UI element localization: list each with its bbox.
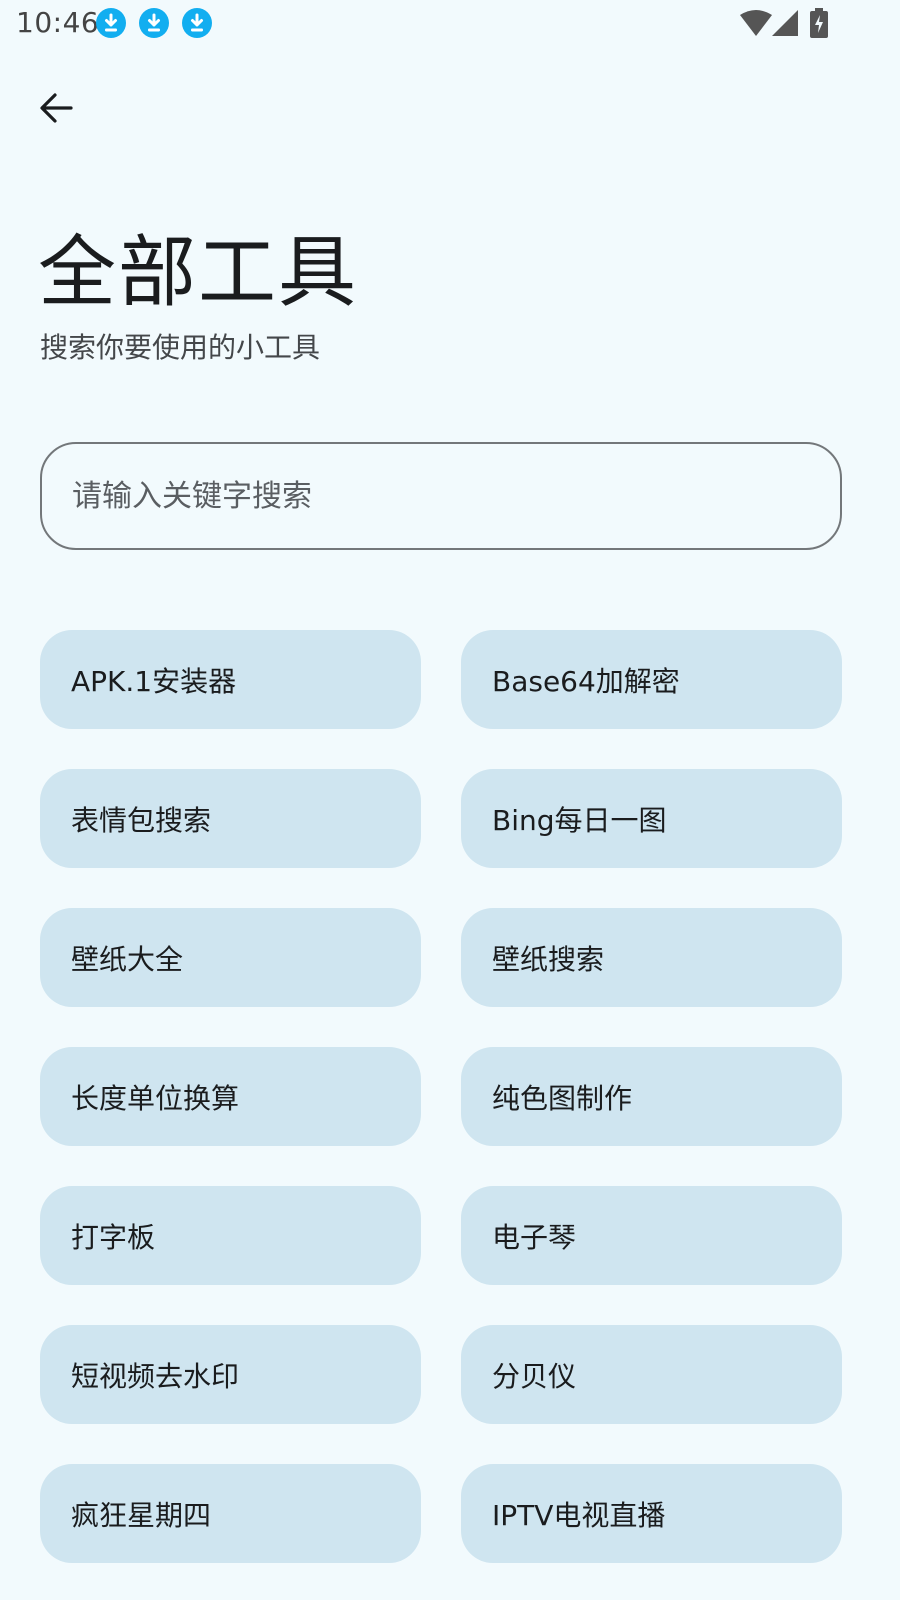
status-time: 10:46 bbox=[16, 6, 100, 39]
download-icon bbox=[96, 8, 126, 38]
tool-wallpapers-button[interactable]: 壁纸大全 bbox=[40, 908, 421, 1007]
tool-length-converter-button[interactable]: 长度单位换算 bbox=[40, 1047, 421, 1146]
back-button[interactable] bbox=[30, 84, 82, 136]
download-icon bbox=[139, 8, 169, 38]
download-icon bbox=[182, 8, 212, 38]
tool-wallpaper-search-button[interactable]: 壁纸搜索 bbox=[461, 908, 842, 1007]
arrow-left-icon bbox=[38, 90, 74, 130]
tool-bing-daily-button[interactable]: Bing每日一图 bbox=[461, 769, 842, 868]
page-subtitle: 搜索你要使用的小工具 bbox=[40, 331, 321, 364]
tool-solid-color-button[interactable]: 纯色图制作 bbox=[461, 1047, 842, 1146]
tool-iptv-button[interactable]: IPTV电视直播 bbox=[461, 1464, 842, 1563]
tool-typing-board-button[interactable]: 打字板 bbox=[40, 1186, 421, 1285]
tool-watermark-remover-button[interactable]: 短视频去水印 bbox=[40, 1325, 421, 1424]
tool-base64-button[interactable]: Base64加解密 bbox=[461, 630, 842, 729]
tool-crazy-thursday-button[interactable]: 疯狂星期四 bbox=[40, 1464, 421, 1563]
tool-apk-installer-button[interactable]: APK.1安装器 bbox=[40, 630, 421, 729]
tool-grid: APK.1安装器 Base64加解密 表情包搜索 Bing每日一图 壁纸大全 壁… bbox=[40, 630, 842, 1563]
search-field[interactable] bbox=[40, 442, 842, 550]
battery-charging-icon bbox=[810, 8, 828, 42]
page-title: 全部工具 bbox=[38, 228, 359, 318]
wifi-icon bbox=[740, 10, 772, 40]
tool-decibel-meter-button[interactable]: 分贝仪 bbox=[461, 1325, 842, 1424]
status-bar: 10:46 bbox=[0, 0, 900, 48]
signal-icon bbox=[772, 10, 798, 40]
tool-emoji-search-button[interactable]: 表情包搜索 bbox=[40, 769, 421, 868]
tool-piano-button[interactable]: 电子琴 bbox=[461, 1186, 842, 1285]
search-input[interactable] bbox=[72, 478, 840, 514]
